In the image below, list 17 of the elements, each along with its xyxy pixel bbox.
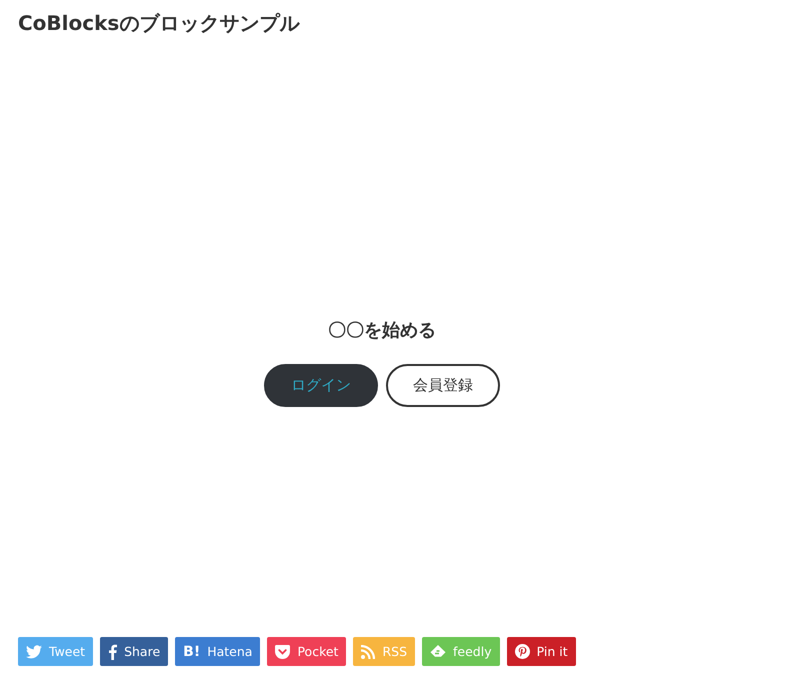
- facebook-f-icon: [108, 644, 118, 660]
- cta-heading: 〇〇を始める: [328, 319, 436, 342]
- share-button[interactable]: feedly: [422, 637, 500, 666]
- pinterest-icon: [514, 644, 530, 659]
- page-title: CoBlocksのブロックサンプル: [18, 10, 300, 37]
- share-button[interactable]: Share: [100, 637, 168, 666]
- bird-icon: [26, 644, 42, 658]
- share-button[interactable]: Pocket: [267, 637, 346, 666]
- login-button[interactable]: ログイン: [264, 364, 378, 407]
- register-button[interactable]: 会員登録: [386, 364, 500, 407]
- pocket-icon: [275, 644, 290, 658]
- share-button[interactable]: Tweet: [18, 637, 94, 666]
- logo-icon: B!: [183, 644, 200, 660]
- rss-icon: [361, 644, 376, 658]
- feedly-icon: [430, 644, 446, 658]
- share-button[interactable]: Pin it: [506, 637, 576, 666]
- share-button[interactable]: B! Hatena: [175, 637, 260, 666]
